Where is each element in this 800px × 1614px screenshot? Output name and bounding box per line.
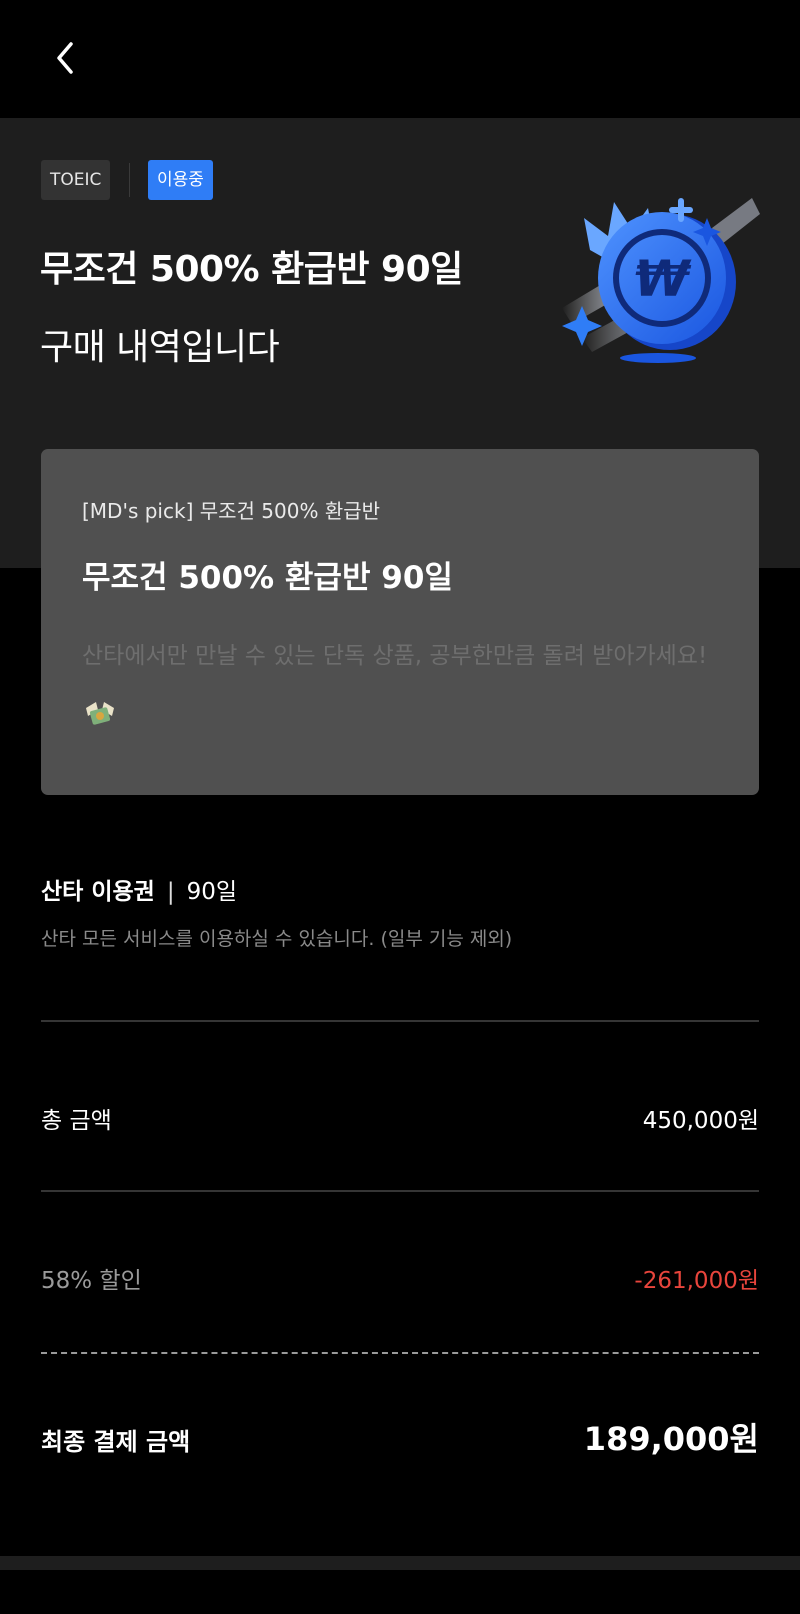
section-separator <box>0 1556 800 1570</box>
discount-value: -261,000원 <box>634 1268 759 1294</box>
tag-separator <box>129 163 130 197</box>
page-subtitle: 구매 내역입니다 <box>40 327 280 368</box>
product-title: 무조건 500% 환급반 90일 <box>82 560 453 596</box>
won-coin-icon: ₩ <box>562 198 760 363</box>
back-button[interactable] <box>44 36 88 80</box>
final-amount-label: 최종 결제 금액 <box>41 1428 191 1456</box>
money-with-wings-icon <box>86 701 114 725</box>
divider <box>41 1020 759 1022</box>
total-amount-value: 450,000원 <box>642 1108 759 1134</box>
product-description-text: 산타에서만 만날 수 있는 단독 상품, 공부한만큼 돌려 받아가세요! <box>82 643 708 669</box>
pass-description: 산타 모든 서비스를 이용하실 수 있습니다. (일부 기능 제외) <box>41 928 513 950</box>
dashed-divider <box>41 1352 759 1354</box>
pass-duration: 90일 <box>186 879 237 905</box>
product-card: [MD's pick] 무조건 500% 환급반 무조건 500% 환급반 90… <box>41 449 759 795</box>
exam-tag: TOEIC <box>41 160 111 200</box>
divider <box>41 1190 759 1192</box>
total-amount-label: 총 금액 <box>41 1108 112 1134</box>
top-bar <box>0 0 800 118</box>
pass-name: 산타 이용권 <box>41 879 155 905</box>
svg-text:₩: ₩ <box>634 250 692 308</box>
pass-separator: | <box>166 879 175 905</box>
status-badge: 이용중 <box>148 160 213 200</box>
final-amount-value: 189,000원 <box>583 1420 759 1458</box>
product-description: 산타에서만 만날 수 있는 단독 상품, 공부한만큼 돌려 받아가세요! <box>82 627 722 743</box>
chevron-left-icon <box>57 42 73 74</box>
discount-label: 58% 할인 <box>41 1268 142 1294</box>
product-eyebrow: [MD's pick] 무조건 500% 환급반 <box>82 499 381 523</box>
pass-info: 산타 이용권 | 90일 <box>41 872 237 906</box>
page-title: 무조건 500% 환급반 90일 <box>40 249 463 290</box>
